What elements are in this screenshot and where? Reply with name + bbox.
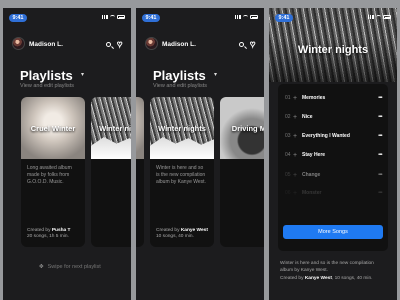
user-name: Madison L. <box>162 41 196 48</box>
wifi-icon <box>110 15 115 19</box>
playlist-meta: 10 songs, 40 min. <box>156 234 194 240</box>
add-icon[interactable]: + <box>293 190 302 197</box>
status-icons <box>102 15 125 19</box>
playlist-card[interactable]: Driving M... <box>220 97 264 247</box>
more-options-icon[interactable]: ••• <box>378 114 382 120</box>
playlist-description: Long awaited album made by folks from G.… <box>27 165 72 185</box>
swipe-hint: ✥ Swipe for next playlist <box>39 264 101 270</box>
phone-screen-3: 9:41 Winter nights 01 + Memories ••• 02 + Nic… <box>269 8 397 300</box>
add-icon[interactable]: + <box>293 133 302 140</box>
playlist-footer: Created by Kanye West 10 songs, 40 min. <box>156 228 208 241</box>
swipe-hint-label: Swipe for next playlist <box>47 264 101 270</box>
playlist-meta: 10 songs, 40 min. <box>334 276 373 281</box>
swipe-icon: ✥ <box>39 264 44 270</box>
playlist-title: Cruel Winter <box>30 123 76 133</box>
song-title: Nice <box>302 114 313 120</box>
song-title: Memories <box>302 95 326 101</box>
more-options-icon[interactable]: ••• <box>378 152 382 158</box>
song-number: 05 <box>285 172 291 178</box>
song-number: 01 <box>285 95 291 101</box>
playlist-author[interactable]: Pusha T <box>52 228 71 233</box>
playlist-title: Driving M... <box>231 123 264 133</box>
status-icons <box>235 15 258 19</box>
page-title: Playlists <box>153 68 206 83</box>
playlist-cover: Cruel Winter <box>21 97 85 159</box>
playlist-card[interactable]: Cruel Winter Long awaited album made by … <box>21 97 85 247</box>
song-number: 02 <box>285 114 291 120</box>
signal-icon <box>368 15 374 19</box>
song-row[interactable]: 04 + Stay Here ••• <box>285 150 382 160</box>
song-number: 04 <box>285 152 291 158</box>
chevron-down-icon[interactable]: ▾ <box>81 71 84 78</box>
playlist-author[interactable]: Kanye West <box>305 276 332 281</box>
song-row[interactable]: 03 + Everything I Wanted ••• <box>285 131 382 141</box>
playlist-cover: Driving M... <box>220 97 264 159</box>
add-icon[interactable]: + <box>293 95 302 102</box>
playlist-cover: Winter nights <box>91 97 131 159</box>
playlist-footer: Created by Kanye West, 10 songs, 40 min. <box>280 276 373 281</box>
playlist-detail-title: Winter nights <box>297 44 369 56</box>
phone-screen-1: 9:41 Madison L. ♥ Playlists ▾ View and e… <box>3 8 131 300</box>
signal-icon <box>235 15 241 19</box>
song-number: 03 <box>285 133 291 139</box>
playlist-cover: Winter nights <box>150 97 214 159</box>
song-title: Change <box>302 172 321 178</box>
wifi-icon <box>376 15 381 19</box>
playlist-title: Winter nights <box>99 123 131 133</box>
status-time: 9:41 <box>142 14 160 22</box>
song-row[interactable]: 06 + Monster ••• <box>285 188 382 198</box>
more-options-icon[interactable]: ••• <box>378 190 382 196</box>
song-number: 06 <box>285 190 291 196</box>
search-icon[interactable] <box>239 42 244 47</box>
more-options-icon[interactable]: ••• <box>378 95 382 101</box>
playlist-meta: 20 songs, 1h 5 min. <box>27 234 69 240</box>
add-icon[interactable]: + <box>293 114 302 121</box>
battery-icon <box>383 15 391 19</box>
playlist-cover <box>136 97 144 159</box>
playlist-card[interactable]: Winter nights <box>91 97 131 247</box>
song-title: Stay Here <box>302 152 326 158</box>
created-label: Created by <box>280 276 304 281</box>
add-icon[interactable]: + <box>293 152 302 159</box>
more-songs-button[interactable]: More Songs <box>283 225 383 239</box>
song-row[interactable]: 02 + Nice ••• <box>285 112 382 122</box>
page-subtitle: View and edit playlists <box>20 83 75 89</box>
playlist-description: Winter is here and so is the new compila… <box>280 261 374 273</box>
add-icon[interactable]: + <box>293 172 302 179</box>
chevron-down-icon[interactable]: ▾ <box>214 71 217 78</box>
signal-icon <box>102 15 108 19</box>
page-title: Playlists <box>20 68 73 83</box>
created-label: Created by <box>27 227 51 233</box>
avatar[interactable] <box>145 37 158 50</box>
wifi-icon <box>243 15 248 19</box>
song-title: Everything I Wanted <box>302 133 350 139</box>
song-title: Monster <box>302 190 322 196</box>
playlist-description: Winter is here and so is the new compila… <box>156 165 206 185</box>
status-time: 9:41 <box>9 14 27 22</box>
heart-icon[interactable]: ♥ <box>250 39 256 49</box>
more-options-icon[interactable]: ••• <box>378 133 382 139</box>
more-options-icon[interactable]: ••• <box>378 172 382 178</box>
status-icons <box>368 15 391 19</box>
playlist-card[interactable]: Winter nights Winter is here and so is t… <box>150 97 214 247</box>
search-icon[interactable] <box>106 42 111 47</box>
user-name: Madison L. <box>29 41 63 48</box>
song-list-panel: 01 + Memories ••• 02 + Nice ••• 03 + Everything … <box>278 84 388 251</box>
phone-screen-2: 9:41 Madison L. ♥ Playlists ▾ View and e… <box>136 8 264 300</box>
playlist-footer: Created by Pusha T 20 songs, 1h 5 min. <box>27 228 70 241</box>
heart-icon[interactable]: ♥ <box>117 39 123 49</box>
battery-icon <box>250 15 258 19</box>
playlist-title: Winter nights <box>158 123 206 133</box>
playlist-card[interactable] <box>136 97 144 247</box>
page-subtitle: View and edit playlists <box>153 83 208 89</box>
song-row[interactable]: 01 + Memories ••• <box>285 93 382 103</box>
battery-icon <box>117 15 125 19</box>
status-time: 9:41 <box>275 14 293 22</box>
song-row[interactable]: 05 + Change ••• <box>285 170 382 180</box>
created-label: Created by <box>156 227 180 233</box>
playlist-author[interactable]: Kanye West <box>181 228 208 233</box>
avatar[interactable] <box>12 37 25 50</box>
